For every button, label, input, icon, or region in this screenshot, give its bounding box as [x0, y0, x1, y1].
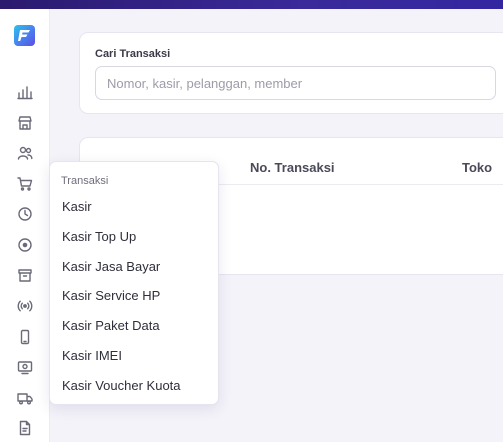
column-header-transaction-number[interactable]: No. Transaksi [250, 160, 335, 175]
top-bar [0, 0, 503, 9]
file-icon[interactable] [15, 418, 35, 438]
circle-dot-icon[interactable] [15, 235, 35, 255]
logo-icon [18, 30, 30, 41]
search-input[interactable] [95, 66, 496, 100]
archive-icon[interactable] [15, 265, 35, 285]
menu-item-kasir-imei[interactable]: Kasir IMEI [62, 348, 122, 363]
menu-item-kasir-voucher-kuota[interactable]: Kasir Voucher Kuota [62, 378, 181, 393]
column-header-store[interactable]: Toko [462, 160, 492, 175]
clock-icon[interactable] [15, 204, 35, 224]
users-icon[interactable] [15, 143, 35, 163]
smartphone-icon[interactable] [15, 327, 35, 347]
menu-item-kasir-top-up[interactable]: Kasir Top Up [62, 229, 136, 244]
cart-icon[interactable] [15, 174, 35, 194]
menu-item-kasir-jasa-bayar[interactable]: Kasir Jasa Bayar [62, 259, 160, 274]
menu-title: Transaksi [61, 175, 109, 187]
bar-chart-icon[interactable] [15, 82, 35, 102]
menu-item-kasir[interactable]: Kasir [62, 199, 92, 214]
truck-icon[interactable] [15, 388, 35, 408]
transaction-menu: Transaksi Kasir Kasir Top Up Kasir Jasa … [49, 161, 219, 405]
menu-item-kasir-service-hp[interactable]: Kasir Service HP [62, 288, 160, 303]
broadcast-icon[interactable] [15, 296, 35, 316]
search-label: Cari Transaksi [95, 48, 171, 60]
store-icon[interactable] [15, 113, 35, 133]
sidebar [0, 9, 50, 442]
monitor-icon[interactable] [15, 357, 35, 377]
app-logo[interactable] [14, 25, 35, 46]
search-card: Cari Transaksi [79, 32, 503, 114]
menu-item-kasir-paket-data[interactable]: Kasir Paket Data [62, 318, 160, 333]
